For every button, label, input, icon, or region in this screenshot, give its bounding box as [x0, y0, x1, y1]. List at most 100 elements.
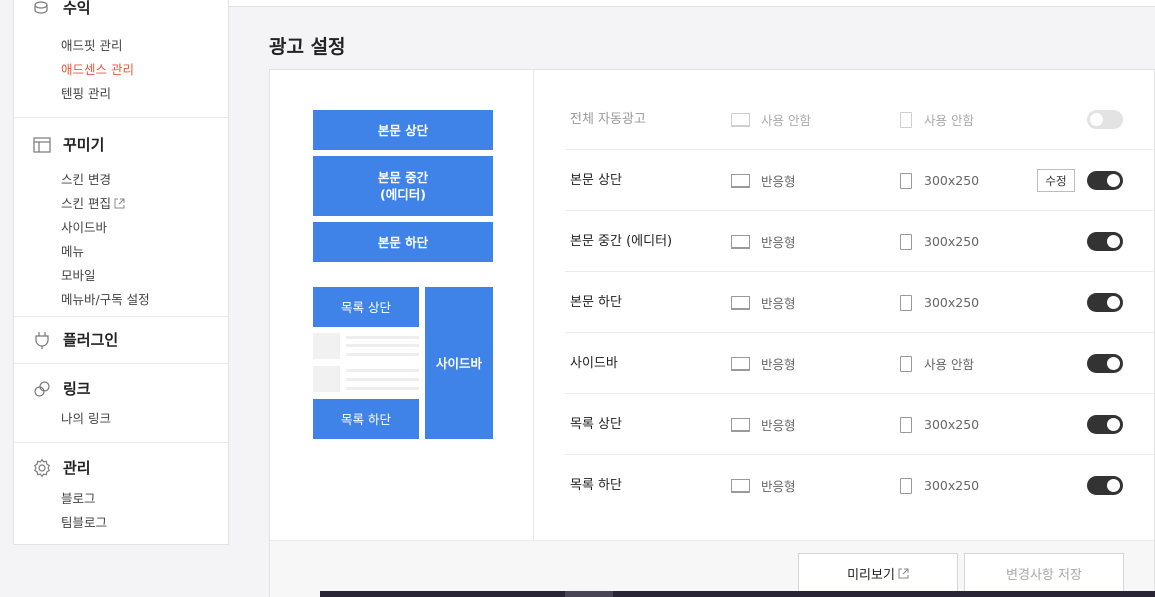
admin-sidebar: 수익 애드핏 관리 애드센스 관리 텐핑 관리 꾸미기 스킨 변경 스킨 편집 …	[13, 0, 229, 545]
preview-body-middle: 본문 중간 (에디터)	[313, 156, 493, 216]
preview-list-top: 목록 상단	[313, 287, 419, 327]
setting-row-list-top: 목록 상단 반응형 300x250	[565, 394, 1155, 455]
mobile-setting-value: 사용 안함	[924, 357, 974, 372]
setting-name: 본문 상단	[570, 173, 622, 188]
setting-row-auto-ads: 전체 자동광고 사용 안함 사용 안함	[565, 89, 1155, 150]
mobile-icon	[900, 355, 912, 372]
sidebar-item-sidebar[interactable]: 사이드바	[61, 217, 107, 236]
monitor-icon	[731, 173, 750, 188]
setting-row-sidebar: 사이드바 반응형 사용 안함	[565, 333, 1155, 394]
mobile-setting-value: 300x250	[924, 295, 980, 310]
ad-layout-preview: 본문 상단 본문 중간 (에디터) 본문 하단 목록 상단 목록 하단 사이드바	[270, 70, 534, 540]
sidebar-head-manage[interactable]: 관리	[32, 457, 91, 478]
pc-setting-value: 반응형	[761, 235, 796, 250]
sidebar-head-revenue[interactable]: 수익	[32, 0, 91, 18]
sidebar-item-tenping[interactable]: 텐핑 관리	[61, 83, 111, 102]
body-top-toggle[interactable]	[1087, 171, 1123, 190]
sidebar-item-adsense[interactable]: 애드센스 관리	[61, 59, 134, 78]
preview-button-label: 미리보기	[847, 567, 895, 583]
pc-setting: 반응형	[731, 333, 796, 394]
sidebar-head-label: 관리	[63, 459, 91, 477]
sidebar-group-plugin: 플러그인	[14, 316, 228, 363]
preview-list-line	[346, 344, 419, 347]
mobile-setting: 300x250	[900, 272, 979, 333]
preview-list-line	[346, 369, 419, 372]
pc-setting-value: 반응형	[761, 479, 796, 494]
mobile-setting: 사용 안함	[900, 89, 974, 150]
preview-body-top: 본문 상단	[313, 110, 493, 150]
plug-icon	[32, 330, 52, 350]
taskbar-strip	[320, 591, 1155, 597]
sidebar-item-menubar[interactable]: 메뉴바/구독 설정	[61, 289, 150, 308]
sidebar-item-menu[interactable]: 메뉴	[61, 241, 84, 260]
auto-ads-toggle[interactable]	[1087, 110, 1123, 129]
sidebar-head-plugin[interactable]: 플러그인	[32, 329, 118, 350]
pc-setting-value: 반응형	[761, 357, 796, 372]
save-changes-button[interactable]: 변경사항 저장	[964, 553, 1124, 593]
sidebar-head-label: 링크	[63, 380, 91, 398]
gear-icon	[32, 457, 52, 478]
sidebar-item-label: 스킨 편집	[61, 196, 111, 211]
external-link-icon	[114, 198, 125, 209]
sidebar-item-mobile[interactable]: 모바일	[61, 265, 96, 284]
preview-list-line	[346, 387, 419, 390]
coin-icon	[32, 0, 52, 18]
monitor-icon	[731, 356, 750, 371]
sidebar-item-skin-edit[interactable]: 스킨 편집	[61, 193, 125, 212]
pc-setting: 반응형	[731, 272, 796, 333]
mobile-icon	[900, 416, 912, 433]
link-icon	[32, 379, 52, 399]
preview-list-line	[346, 353, 419, 356]
sidebar-item-blog[interactable]: 블로그	[61, 488, 96, 507]
page-title: 광고 설정	[269, 36, 346, 58]
pc-setting-value: 반응형	[761, 418, 796, 433]
sidebar-item-skin-change[interactable]: 스킨 변경	[61, 169, 111, 188]
sidebar-item-team-blog[interactable]: 팀블로그	[61, 512, 107, 531]
pc-setting-value: 반응형	[761, 296, 796, 311]
sidebar-head-design[interactable]: 꾸미기	[32, 134, 104, 155]
setting-name: 사이드바	[570, 356, 618, 371]
sidebar-item-adfit[interactable]: 애드핏 관리	[61, 35, 122, 54]
body-middle-toggle[interactable]	[1087, 232, 1123, 251]
mobile-setting-value: 300x250	[924, 173, 980, 188]
edit-button[interactable]: 수정	[1037, 169, 1075, 192]
pc-setting-value: 반응형	[761, 174, 796, 189]
preview-sidebar: 사이드바	[425, 287, 493, 439]
mobile-icon	[900, 294, 912, 311]
mobile-setting-value: 사용 안함	[924, 113, 974, 128]
pc-setting: 반응형	[731, 150, 796, 211]
setting-name: 전체 자동광고	[570, 112, 646, 127]
list-bottom-toggle[interactable]	[1087, 476, 1123, 495]
preview-body-bottom: 본문 하단	[313, 222, 493, 262]
sidebar-group-link: 링크 나의 링크	[14, 363, 228, 442]
preview-button[interactable]: 미리보기	[798, 553, 958, 593]
sidebar-group-design: 꾸미기 스킨 변경 스킨 편집 사이드바 메뉴 모바일 메뉴바/구독 설정	[14, 117, 228, 316]
mobile-setting-value: 300x250	[924, 234, 980, 249]
pc-setting: 사용 안함	[731, 89, 811, 150]
monitor-icon	[731, 478, 750, 493]
mobile-setting: 300x250	[900, 150, 979, 211]
mobile-icon	[900, 111, 912, 128]
preview-list-line	[346, 336, 419, 339]
list-top-toggle[interactable]	[1087, 415, 1123, 434]
panel-footer: 미리보기 변경사항 저장	[270, 540, 1154, 597]
setting-name: 목록 하단	[570, 478, 622, 493]
external-link-icon	[898, 568, 909, 578]
layout-icon	[32, 135, 52, 155]
sidebar-head-label: 수익	[63, 0, 91, 17]
ad-settings-panel: 본문 상단 본문 중간 (에디터) 본문 하단 목록 상단 목록 하단 사이드바…	[269, 69, 1155, 597]
taskbar-segment	[565, 591, 613, 597]
sidebar-toggle[interactable]	[1087, 354, 1123, 373]
sidebar-item-my-link[interactable]: 나의 링크	[61, 408, 111, 427]
body-bottom-toggle[interactable]	[1087, 293, 1123, 312]
sidebar-head-label: 꾸미기	[63, 136, 105, 154]
sidebar-head-link[interactable]: 링크	[32, 378, 91, 399]
pc-setting-value: 사용 안함	[761, 113, 811, 128]
sidebar-group-manage: 관리 블로그 팀블로그	[14, 442, 228, 544]
sidebar-head-label: 플러그인	[63, 331, 119, 349]
monitor-icon	[731, 234, 750, 249]
pc-setting: 반응형	[731, 394, 796, 455]
setting-row-body-bottom: 본문 하단 반응형 300x250	[565, 272, 1155, 333]
setting-name: 본문 중간 (에디터)	[570, 234, 673, 249]
monitor-icon	[731, 417, 750, 432]
